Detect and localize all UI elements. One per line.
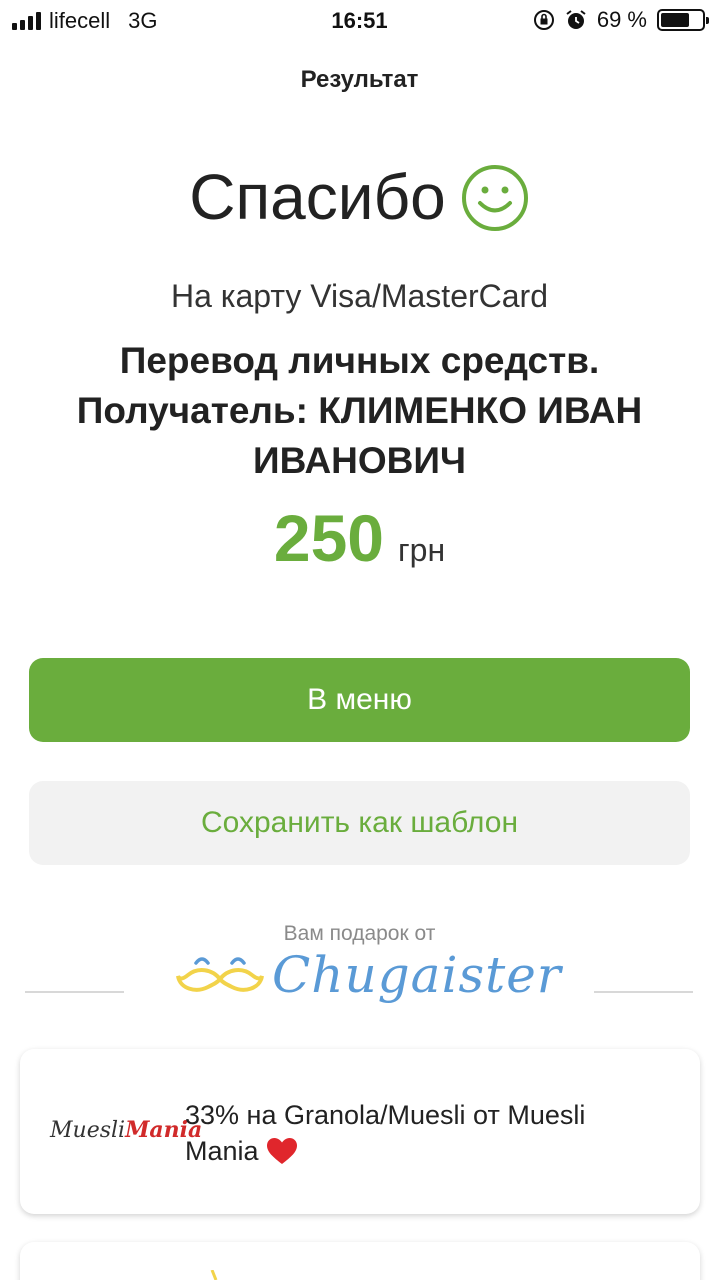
heart-icon <box>266 1138 297 1164</box>
status-bar: lifecell 3G 16:51 69 % <box>0 0 719 40</box>
thanks-text: Спасибо <box>189 161 446 233</box>
transfer-type: На карту Visa/MasterCard <box>170 278 548 314</box>
transfer-description: Перевод личных средств. Получатель: КЛИМ… <box>76 340 643 481</box>
offer-description: 33% на Granola/Muesli от Muesli Mania <box>185 1100 586 1166</box>
rotation-lock-icon <box>533 10 554 30</box>
mustache-icon <box>176 957 264 992</box>
muesli-mania-logo: MuesliMania <box>50 1117 202 1147</box>
brand-name: Chugaister <box>272 946 562 1004</box>
transfer-amount: 250 грн <box>0 500 719 576</box>
offer-card-partial[interactable] <box>20 1242 700 1280</box>
battery-fill <box>661 13 689 27</box>
amount-currency: грн <box>397 532 446 568</box>
save-template-button[interactable]: Сохранить как шаблон <box>29 781 690 865</box>
divider-left <box>25 991 124 993</box>
page-title: Результат <box>300 66 419 93</box>
menu-button[interactable]: В меню <box>29 658 690 742</box>
smile-icon <box>461 165 528 231</box>
status-right: 69 % <box>533 7 709 33</box>
amount-value: 250 <box>273 501 384 575</box>
gift-label: Вам подарок от <box>283 922 436 945</box>
battery-icon <box>657 9 709 31</box>
battery-percent: 69 % <box>596 7 647 32</box>
divider-right <box>594 991 693 993</box>
offer-text: 33% на Granola/Muesli от Muesli Mania <box>185 1097 665 1169</box>
chugaister-logo: Chugaister <box>176 946 562 1004</box>
logo-text: Muesli <box>50 1118 126 1143</box>
thanks-heading: Спасибо <box>0 160 719 234</box>
alarm-icon <box>566 10 586 29</box>
payment-result-screen: lifecell 3G 16:51 69 % Результат Спасибо <box>0 0 719 1280</box>
offer-card[interactable]: MuesliMania 33% на Granola/Muesli от Mue… <box>20 1049 700 1214</box>
partial-logo-icon <box>210 1270 218 1280</box>
